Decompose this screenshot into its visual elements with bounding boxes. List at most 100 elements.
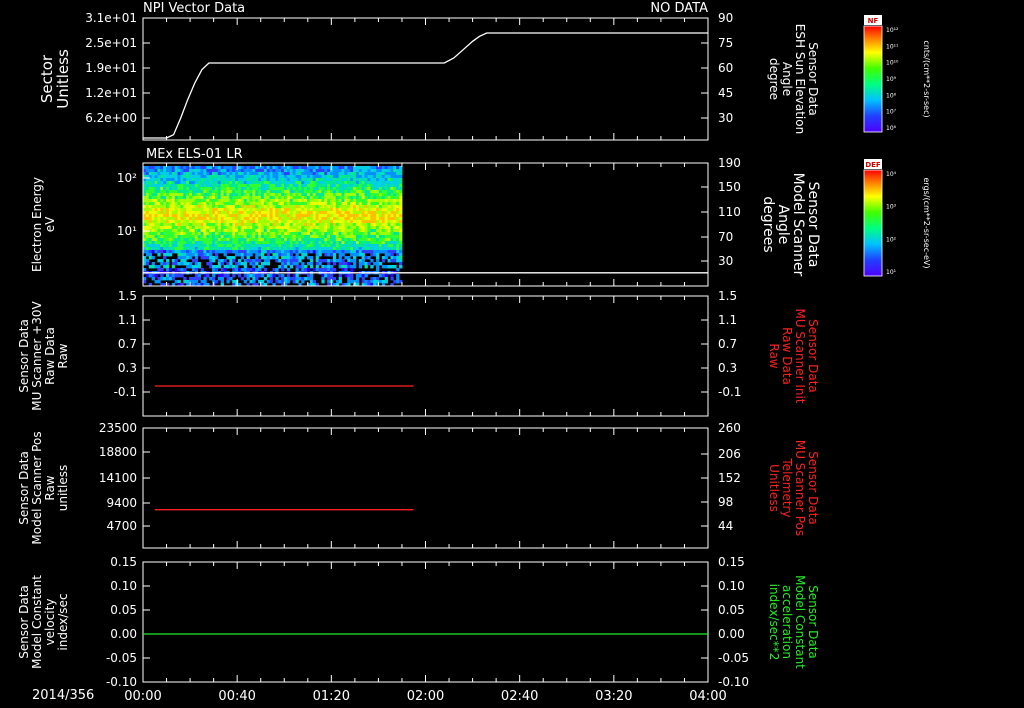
spectrogram-cell (370, 181, 374, 185)
spectrogram-cell (275, 178, 279, 182)
spectrogram-cell (240, 217, 245, 221)
spectrogram-cell (358, 241, 363, 245)
spectrogram-cell (338, 274, 342, 278)
spectrogram-cell (252, 259, 256, 263)
spectrogram-cell (217, 265, 222, 269)
spectrogram-cell (390, 244, 394, 248)
spectrogram-cell (367, 235, 371, 239)
spectrogram-cell (206, 223, 210, 227)
spectrogram-cell (177, 256, 181, 260)
spectrogram-cell (332, 250, 337, 254)
spectrogram-cell (286, 262, 291, 266)
spectrogram-cell (194, 199, 199, 203)
spectrogram-cell (183, 181, 187, 185)
spectrogram-cell (295, 259, 299, 263)
spectrogram-cell (226, 190, 230, 194)
spectrogram-cell (390, 205, 394, 209)
spectrogram-cell (266, 208, 270, 212)
spectrogram-cell (183, 172, 187, 176)
spectrogram-cell (171, 181, 176, 185)
spectrogram-cell (304, 277, 308, 281)
spectrogram-cell (393, 241, 397, 245)
spectrogram-cell (177, 247, 181, 251)
spectrogram-cell (200, 169, 204, 173)
spectrogram-cell (226, 280, 230, 284)
spectrogram-cell (384, 214, 388, 218)
spectrogram-cell (327, 268, 331, 272)
spectrogram-cell (275, 268, 279, 272)
spectrogram-cell (378, 190, 383, 194)
y-tick-label: 1.1 (118, 313, 137, 327)
spectrogram-cell (145, 202, 150, 206)
spectrogram-cell (361, 166, 365, 170)
spectrogram-cell (243, 244, 247, 248)
spectrogram-cell (350, 175, 354, 179)
spectrogram-cell (151, 265, 155, 269)
spectrogram-cell (151, 223, 155, 227)
spectrogram-cell (384, 223, 388, 227)
spectrogram-cell (189, 184, 193, 188)
spectrogram-cell (390, 232, 394, 236)
spectrogram-cell (206, 196, 210, 200)
spectrogram-cell (203, 175, 207, 179)
spectrogram-cell (183, 199, 187, 203)
spectrogram-cell (350, 190, 354, 194)
spectrogram-cell (344, 166, 348, 170)
spectrogram-cell (353, 181, 357, 185)
spectrogram-cell (307, 229, 311, 233)
spectrogram-cell (286, 175, 291, 179)
spectrogram-cell (370, 211, 374, 215)
spectrogram-cell (292, 220, 296, 224)
spectrogram-cell (295, 184, 299, 188)
spectrogram-cell (272, 199, 276, 203)
spectrogram-cell (226, 235, 230, 239)
spectrogram-cell (200, 235, 204, 239)
spectrogram-cell (200, 202, 204, 206)
spectrogram-cell (186, 199, 190, 203)
spectrogram-cell (318, 196, 322, 200)
spectrogram-cell (212, 205, 216, 209)
spectrogram-cell (384, 265, 388, 269)
spectrogram-cell (214, 211, 219, 215)
spectrogram-cell (355, 238, 360, 242)
spectrogram-cell (278, 250, 282, 254)
spectrogram-cell (327, 238, 331, 242)
spectrogram-cell (286, 178, 291, 182)
spectrogram-cell (217, 259, 222, 263)
spectrogram-cell (272, 274, 276, 278)
spectrogram-cell (399, 208, 403, 212)
spectrogram-cell (301, 202, 305, 206)
spectrogram-cell (295, 220, 299, 224)
spectrogram-cell (361, 280, 365, 284)
spectrogram-cell (157, 232, 161, 236)
spectrogram-cell (232, 232, 236, 236)
spectrogram-cell (301, 229, 305, 233)
spectrogram-cell (358, 229, 363, 233)
spectrogram-cell (307, 178, 311, 182)
spectrogram-cell (174, 274, 178, 278)
spectrogram-cell (148, 190, 153, 194)
spectrogram-cell (292, 235, 296, 239)
spectrogram-cell (160, 172, 164, 176)
spectrogram-cell (341, 214, 345, 218)
spectrogram-cell (275, 208, 279, 212)
spectrogram-cell (275, 214, 279, 218)
spectrogram-cell (229, 220, 233, 224)
spectrogram-cell (309, 259, 314, 263)
spectrogram-cell (148, 169, 153, 173)
spectrogram-cell (361, 241, 365, 245)
spectrogram-cell (212, 211, 216, 215)
spectrogram-cell (315, 214, 319, 218)
spectrogram-cell (206, 229, 210, 233)
spectrogram-cell (160, 190, 164, 194)
spectrogram-cell (255, 238, 259, 242)
spectrogram-cell (217, 244, 222, 248)
spectrogram-cell (212, 226, 216, 230)
spectrogram-cell (309, 211, 314, 215)
spectrogram-cell (286, 223, 291, 227)
spectrogram-cell (226, 226, 230, 230)
spectrogram-cell (260, 211, 265, 215)
spectrogram-cell (289, 181, 294, 185)
spectrogram-cell (295, 172, 299, 176)
spectrogram-cell (145, 244, 150, 248)
